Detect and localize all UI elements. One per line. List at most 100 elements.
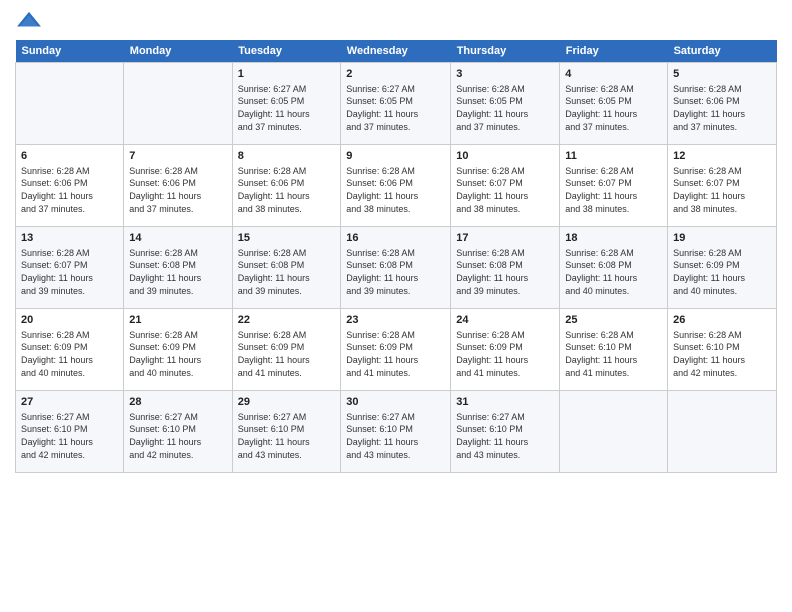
calendar-day-cell: 8Sunrise: 6:28 AM Sunset: 6:06 PM Daylig…: [232, 145, 341, 227]
day-number: 25: [565, 313, 662, 328]
header: [15, 10, 777, 32]
calendar-day-cell: 31Sunrise: 6:27 AM Sunset: 6:10 PM Dayli…: [451, 391, 560, 473]
calendar-body: 1Sunrise: 6:27 AM Sunset: 6:05 PM Daylig…: [16, 63, 777, 473]
calendar-day-cell: 12Sunrise: 6:28 AM Sunset: 6:07 PM Dayli…: [668, 145, 777, 227]
day-info: Sunrise: 6:27 AM Sunset: 6:10 PM Dayligh…: [456, 411, 554, 461]
calendar-day-cell: 4Sunrise: 6:28 AM Sunset: 6:05 PM Daylig…: [560, 63, 668, 145]
day-info: Sunrise: 6:27 AM Sunset: 6:10 PM Dayligh…: [238, 411, 336, 461]
day-number: 29: [238, 395, 336, 410]
calendar-day-cell: 21Sunrise: 6:28 AM Sunset: 6:09 PM Dayli…: [124, 309, 232, 391]
calendar-week-row: 13Sunrise: 6:28 AM Sunset: 6:07 PM Dayli…: [16, 227, 777, 309]
logo-icon: [15, 10, 43, 32]
weekday-header-cell: Tuesday: [232, 40, 341, 63]
weekday-header-cell: Thursday: [451, 40, 560, 63]
day-number: 31: [456, 395, 554, 410]
calendar-day-cell: 6Sunrise: 6:28 AM Sunset: 6:06 PM Daylig…: [16, 145, 124, 227]
day-info: Sunrise: 6:28 AM Sunset: 6:08 PM Dayligh…: [346, 247, 445, 297]
day-number: 28: [129, 395, 226, 410]
day-number: 12: [673, 149, 771, 164]
day-info: Sunrise: 6:27 AM Sunset: 6:10 PM Dayligh…: [346, 411, 445, 461]
day-info: Sunrise: 6:28 AM Sunset: 6:08 PM Dayligh…: [238, 247, 336, 297]
day-number: 3: [456, 67, 554, 82]
day-number: 16: [346, 231, 445, 246]
day-number: 20: [21, 313, 118, 328]
day-info: Sunrise: 6:28 AM Sunset: 6:09 PM Dayligh…: [346, 329, 445, 379]
day-number: 11: [565, 149, 662, 164]
calendar-day-cell: 1Sunrise: 6:27 AM Sunset: 6:05 PM Daylig…: [232, 63, 341, 145]
weekday-header-cell: Wednesday: [341, 40, 451, 63]
day-info: Sunrise: 6:28 AM Sunset: 6:09 PM Dayligh…: [456, 329, 554, 379]
day-info: Sunrise: 6:28 AM Sunset: 6:09 PM Dayligh…: [129, 329, 226, 379]
calendar-day-cell: 27Sunrise: 6:27 AM Sunset: 6:10 PM Dayli…: [16, 391, 124, 473]
calendar-day-cell: 13Sunrise: 6:28 AM Sunset: 6:07 PM Dayli…: [16, 227, 124, 309]
day-info: Sunrise: 6:28 AM Sunset: 6:10 PM Dayligh…: [673, 329, 771, 379]
calendar-day-cell: 2Sunrise: 6:27 AM Sunset: 6:05 PM Daylig…: [341, 63, 451, 145]
day-number: 19: [673, 231, 771, 246]
calendar-day-cell: [668, 391, 777, 473]
day-number: 30: [346, 395, 445, 410]
day-number: 5: [673, 67, 771, 82]
weekday-header-cell: Friday: [560, 40, 668, 63]
day-info: Sunrise: 6:27 AM Sunset: 6:10 PM Dayligh…: [129, 411, 226, 461]
day-number: 9: [346, 149, 445, 164]
day-info: Sunrise: 6:28 AM Sunset: 6:06 PM Dayligh…: [346, 165, 445, 215]
day-info: Sunrise: 6:28 AM Sunset: 6:05 PM Dayligh…: [565, 83, 662, 133]
day-number: 27: [21, 395, 118, 410]
calendar-day-cell: 18Sunrise: 6:28 AM Sunset: 6:08 PM Dayli…: [560, 227, 668, 309]
day-info: Sunrise: 6:28 AM Sunset: 6:10 PM Dayligh…: [565, 329, 662, 379]
calendar-day-cell: 28Sunrise: 6:27 AM Sunset: 6:10 PM Dayli…: [124, 391, 232, 473]
day-number: 22: [238, 313, 336, 328]
day-info: Sunrise: 6:28 AM Sunset: 6:09 PM Dayligh…: [21, 329, 118, 379]
calendar-day-cell: 16Sunrise: 6:28 AM Sunset: 6:08 PM Dayli…: [341, 227, 451, 309]
day-number: 21: [129, 313, 226, 328]
calendar-day-cell: 25Sunrise: 6:28 AM Sunset: 6:10 PM Dayli…: [560, 309, 668, 391]
day-info: Sunrise: 6:28 AM Sunset: 6:05 PM Dayligh…: [456, 83, 554, 133]
day-info: Sunrise: 6:28 AM Sunset: 6:08 PM Dayligh…: [456, 247, 554, 297]
day-info: Sunrise: 6:28 AM Sunset: 6:06 PM Dayligh…: [129, 165, 226, 215]
day-number: 6: [21, 149, 118, 164]
calendar-day-cell: 22Sunrise: 6:28 AM Sunset: 6:09 PM Dayli…: [232, 309, 341, 391]
day-info: Sunrise: 6:28 AM Sunset: 6:08 PM Dayligh…: [129, 247, 226, 297]
calendar-day-cell: 29Sunrise: 6:27 AM Sunset: 6:10 PM Dayli…: [232, 391, 341, 473]
day-info: Sunrise: 6:28 AM Sunset: 6:09 PM Dayligh…: [673, 247, 771, 297]
day-info: Sunrise: 6:28 AM Sunset: 6:06 PM Dayligh…: [238, 165, 336, 215]
calendar-day-cell: 11Sunrise: 6:28 AM Sunset: 6:07 PM Dayli…: [560, 145, 668, 227]
day-number: 8: [238, 149, 336, 164]
weekday-header-cell: Monday: [124, 40, 232, 63]
day-info: Sunrise: 6:27 AM Sunset: 6:05 PM Dayligh…: [238, 83, 336, 133]
day-number: 26: [673, 313, 771, 328]
day-info: Sunrise: 6:28 AM Sunset: 6:08 PM Dayligh…: [565, 247, 662, 297]
day-number: 14: [129, 231, 226, 246]
calendar-day-cell: [124, 63, 232, 145]
calendar-day-cell: 14Sunrise: 6:28 AM Sunset: 6:08 PM Dayli…: [124, 227, 232, 309]
day-number: 18: [565, 231, 662, 246]
day-info: Sunrise: 6:28 AM Sunset: 6:06 PM Dayligh…: [673, 83, 771, 133]
calendar-day-cell: 7Sunrise: 6:28 AM Sunset: 6:06 PM Daylig…: [124, 145, 232, 227]
calendar-container: SundayMondayTuesdayWednesdayThursdayFrid…: [0, 0, 792, 483]
day-number: 2: [346, 67, 445, 82]
calendar-day-cell: 30Sunrise: 6:27 AM Sunset: 6:10 PM Dayli…: [341, 391, 451, 473]
weekday-header-cell: Saturday: [668, 40, 777, 63]
calendar-week-row: 1Sunrise: 6:27 AM Sunset: 6:05 PM Daylig…: [16, 63, 777, 145]
day-number: 15: [238, 231, 336, 246]
calendar-day-cell: 10Sunrise: 6:28 AM Sunset: 6:07 PM Dayli…: [451, 145, 560, 227]
day-info: Sunrise: 6:27 AM Sunset: 6:05 PM Dayligh…: [346, 83, 445, 133]
weekday-header-cell: Sunday: [16, 40, 124, 63]
day-number: 4: [565, 67, 662, 82]
day-number: 1: [238, 67, 336, 82]
day-number: 24: [456, 313, 554, 328]
day-number: 23: [346, 313, 445, 328]
calendar-day-cell: [16, 63, 124, 145]
day-info: Sunrise: 6:28 AM Sunset: 6:06 PM Dayligh…: [21, 165, 118, 215]
day-info: Sunrise: 6:28 AM Sunset: 6:07 PM Dayligh…: [673, 165, 771, 215]
calendar-day-cell: 15Sunrise: 6:28 AM Sunset: 6:08 PM Dayli…: [232, 227, 341, 309]
day-info: Sunrise: 6:28 AM Sunset: 6:07 PM Dayligh…: [456, 165, 554, 215]
calendar-day-cell: 17Sunrise: 6:28 AM Sunset: 6:08 PM Dayli…: [451, 227, 560, 309]
calendar-day-cell: 24Sunrise: 6:28 AM Sunset: 6:09 PM Dayli…: [451, 309, 560, 391]
day-info: Sunrise: 6:28 AM Sunset: 6:07 PM Dayligh…: [21, 247, 118, 297]
calendar-day-cell: 5Sunrise: 6:28 AM Sunset: 6:06 PM Daylig…: [668, 63, 777, 145]
calendar-table: SundayMondayTuesdayWednesdayThursdayFrid…: [15, 40, 777, 473]
day-info: Sunrise: 6:27 AM Sunset: 6:10 PM Dayligh…: [21, 411, 118, 461]
calendar-day-cell: 26Sunrise: 6:28 AM Sunset: 6:10 PM Dayli…: [668, 309, 777, 391]
calendar-day-cell: 3Sunrise: 6:28 AM Sunset: 6:05 PM Daylig…: [451, 63, 560, 145]
